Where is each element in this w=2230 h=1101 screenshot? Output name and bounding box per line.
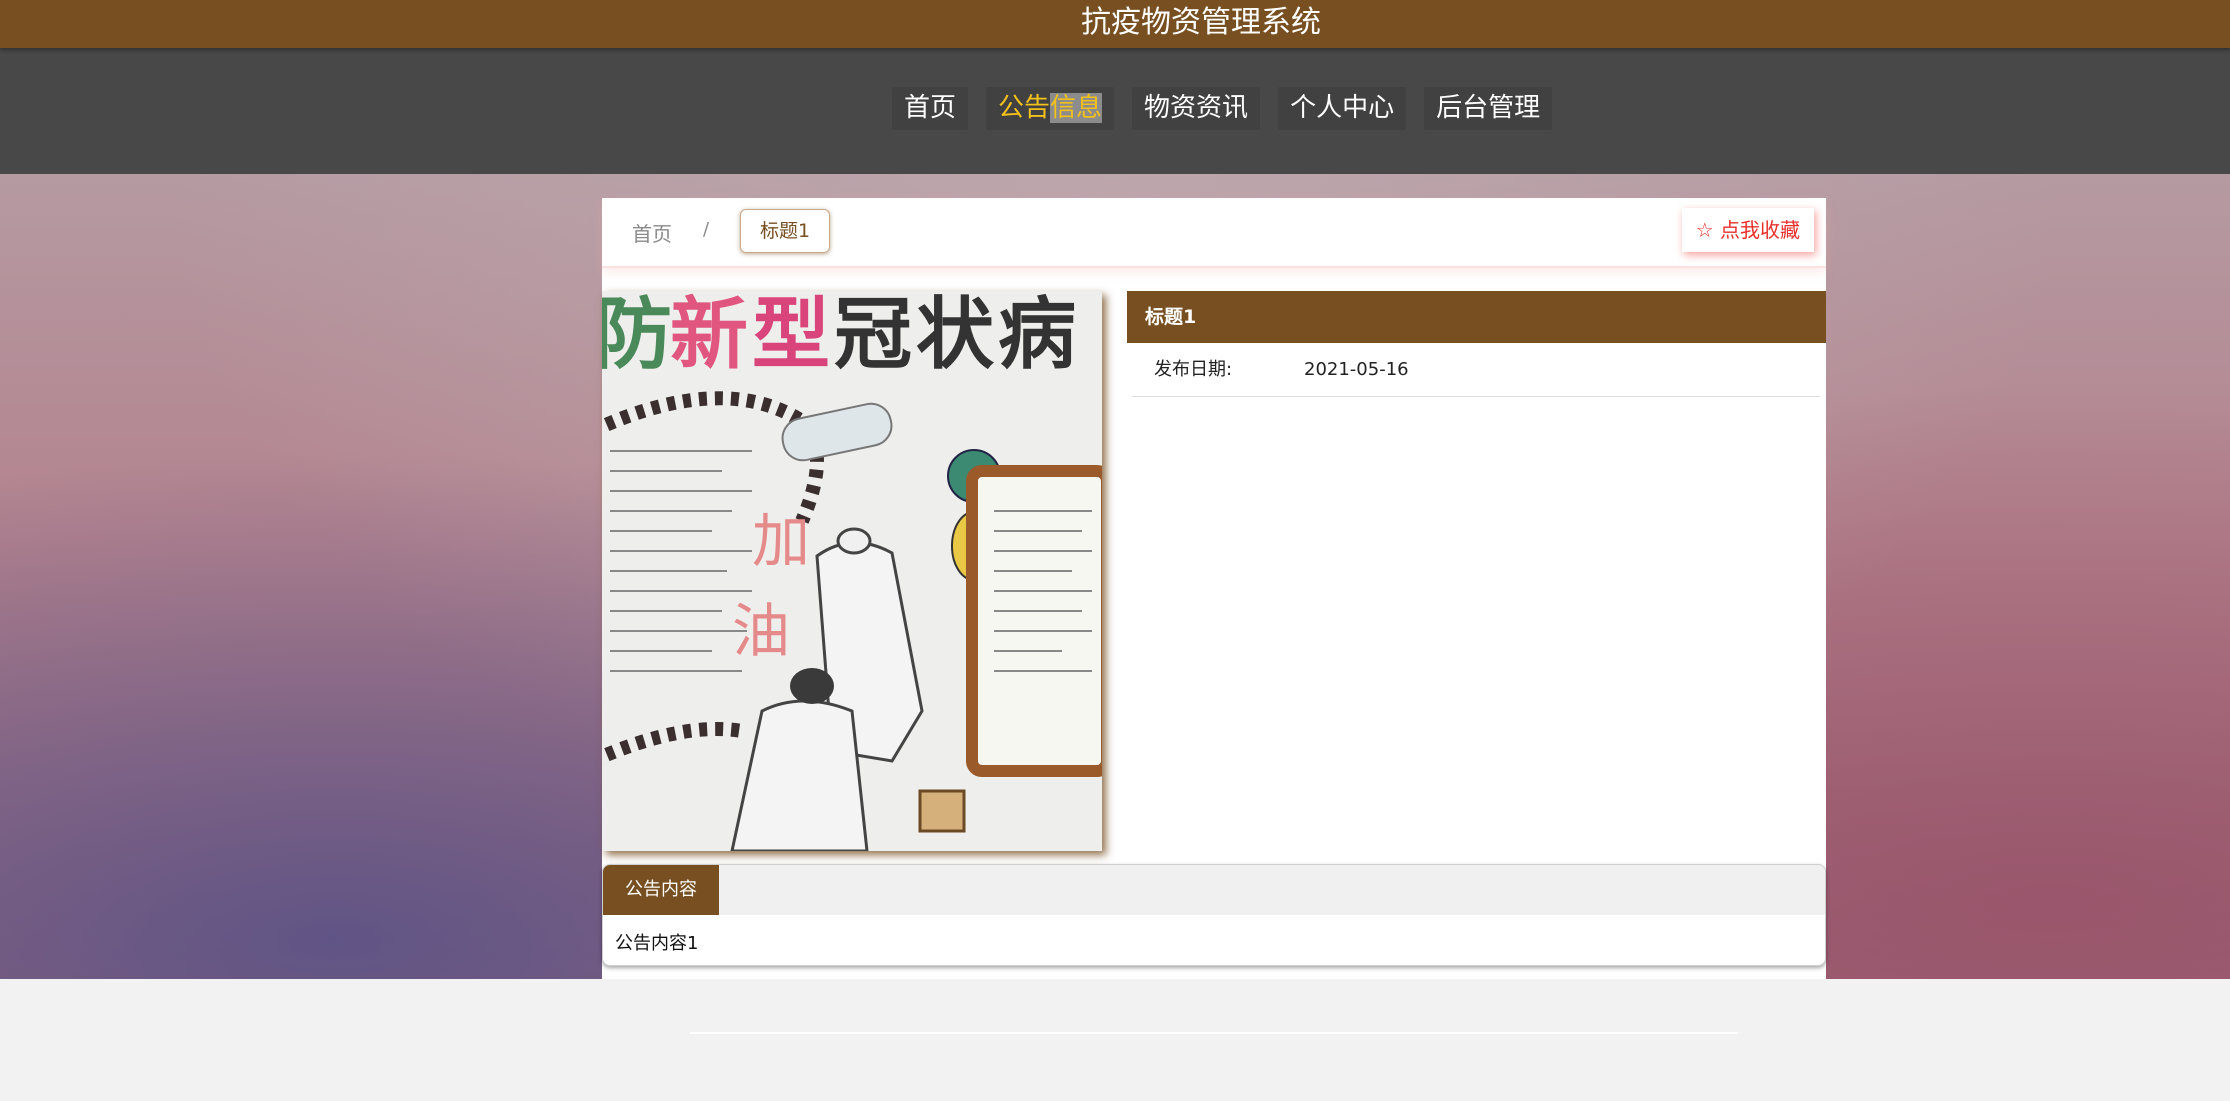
favorite-button[interactable]: ☆ 点我收藏 bbox=[1681, 208, 1814, 252]
breadcrumb-separator: / bbox=[703, 219, 710, 240]
announcement-image: 防 新 型 冠 状 病 加 油 bbox=[602, 291, 1102, 851]
poster-slogan-char: 加 bbox=[752, 507, 810, 575]
poster-heading-char: 病 bbox=[998, 291, 1076, 380]
tab-announcement-content[interactable]: 公告内容 bbox=[603, 865, 719, 915]
breadcrumb-current: 标题1 bbox=[740, 209, 830, 253]
nav-list: 首页 公告信息 物资资讯 个人中心 后台管理 bbox=[892, 87, 1553, 130]
poster-heading-char: 型 bbox=[752, 291, 830, 380]
content-tab-bar: 公告内容 bbox=[603, 865, 1825, 915]
poster-heading-char: 新 bbox=[670, 291, 748, 380]
breadcrumb-home-link[interactable]: 首页 bbox=[632, 218, 672, 247]
site-title: 抗疫物资管理系统 bbox=[1081, 5, 1321, 40]
announcement-content-body: 公告内容1 bbox=[615, 933, 699, 954]
poster-heading-char: 防 bbox=[602, 291, 672, 380]
nav-item-announcements-label-part1: 公告 bbox=[998, 93, 1051, 123]
poster-slogan-char: 油 bbox=[732, 597, 790, 665]
breadcrumb: 首页 / 标题1 ☆ 点我收藏 bbox=[602, 198, 1826, 268]
publish-date-value: 2021-05-16 bbox=[1304, 359, 1409, 380]
announcement-title: 标题1 bbox=[1127, 291, 1826, 343]
detail-container: 首页 / 标题1 ☆ 点我收藏 防 新 型 冠 状 病 加 油 标题1 发布日期… bbox=[602, 198, 1826, 979]
nav-item-personal-center[interactable]: 个人中心 bbox=[1278, 87, 1407, 130]
nav-item-announcements[interactable]: 公告信息 bbox=[986, 87, 1115, 130]
poster-illustration: 防 新 型 冠 状 病 加 油 bbox=[602, 291, 1102, 851]
footer-divider bbox=[690, 1032, 1738, 1034]
announcement-content-card: 公告内容 公告内容1 bbox=[602, 864, 1826, 966]
star-outline-icon: ☆ bbox=[1695, 218, 1714, 242]
nav-item-supplies-news[interactable]: 物资资讯 bbox=[1132, 87, 1261, 130]
poster-heading-char: 状 bbox=[916, 291, 995, 380]
main-nav: 首页 公告信息 物资资讯 个人中心 后台管理 bbox=[0, 48, 2230, 174]
favorite-button-label: 点我收藏 bbox=[1720, 218, 1800, 242]
nav-item-home[interactable]: 首页 bbox=[892, 87, 969, 130]
publish-date-row: 发布日期: 2021-05-16 bbox=[1132, 343, 1820, 397]
top-title-bar: 抗疫物资管理系统 bbox=[0, 0, 2230, 48]
publish-date-label: 发布日期: bbox=[1154, 359, 1233, 380]
nav-item-admin[interactable]: 后台管理 bbox=[1424, 87, 1553, 130]
nav-item-announcements-label-part2: 信息 bbox=[1050, 93, 1103, 123]
poster-heading-char: 冠 bbox=[834, 291, 912, 380]
